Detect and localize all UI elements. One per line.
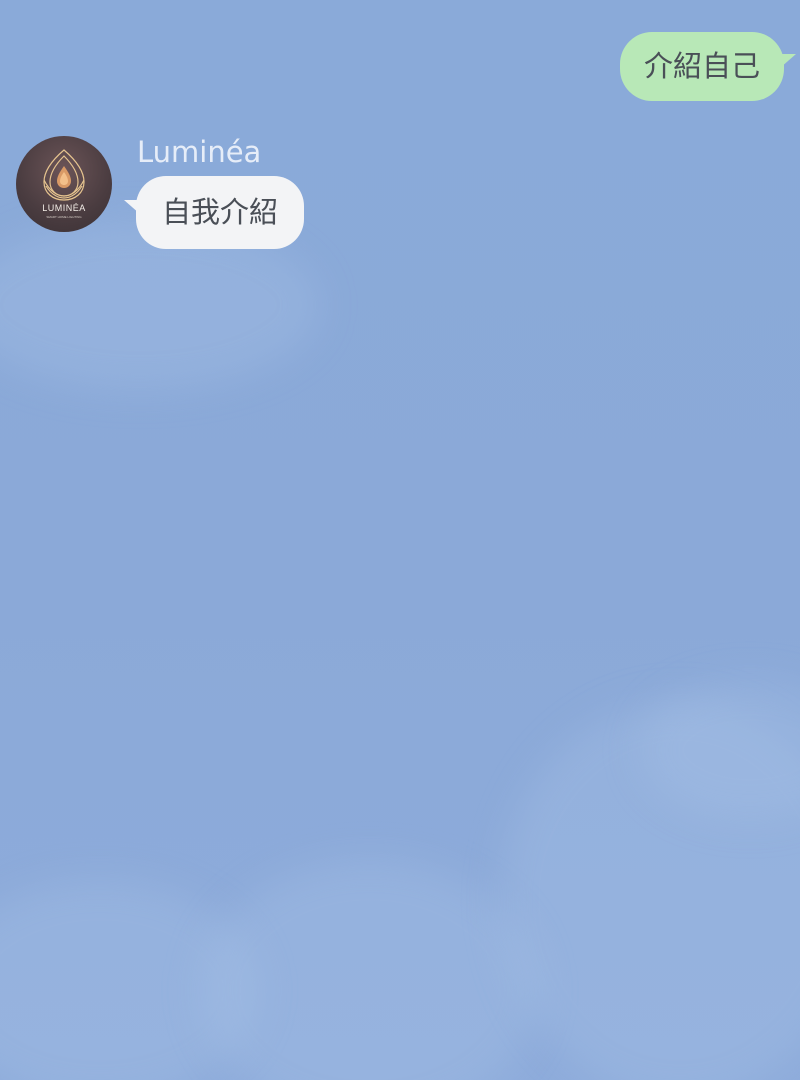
- outgoing-message[interactable]: 介紹自己: [619, 32, 797, 101]
- avatar-logo-subtext: SMART HOME LIGHTING: [46, 215, 82, 219]
- chat-background: [0, 0, 800, 1080]
- incoming-message[interactable]: 自我介紹: [123, 176, 305, 249]
- avatar-logo-text: LUMINÉA: [42, 203, 86, 213]
- outgoing-message-bubble[interactable]: 介紹自己: [619, 32, 797, 101]
- luminea-logo-icon: LUMINÉA SMART HOME LIGHTING: [42, 149, 86, 219]
- sender-avatar[interactable]: LUMINÉA SMART HOME LIGHTING: [16, 136, 112, 232]
- sender-name: Luminéa: [137, 135, 262, 169]
- incoming-message-bubble[interactable]: 自我介紹: [123, 176, 305, 249]
- background-cloud: [200, 860, 540, 1080]
